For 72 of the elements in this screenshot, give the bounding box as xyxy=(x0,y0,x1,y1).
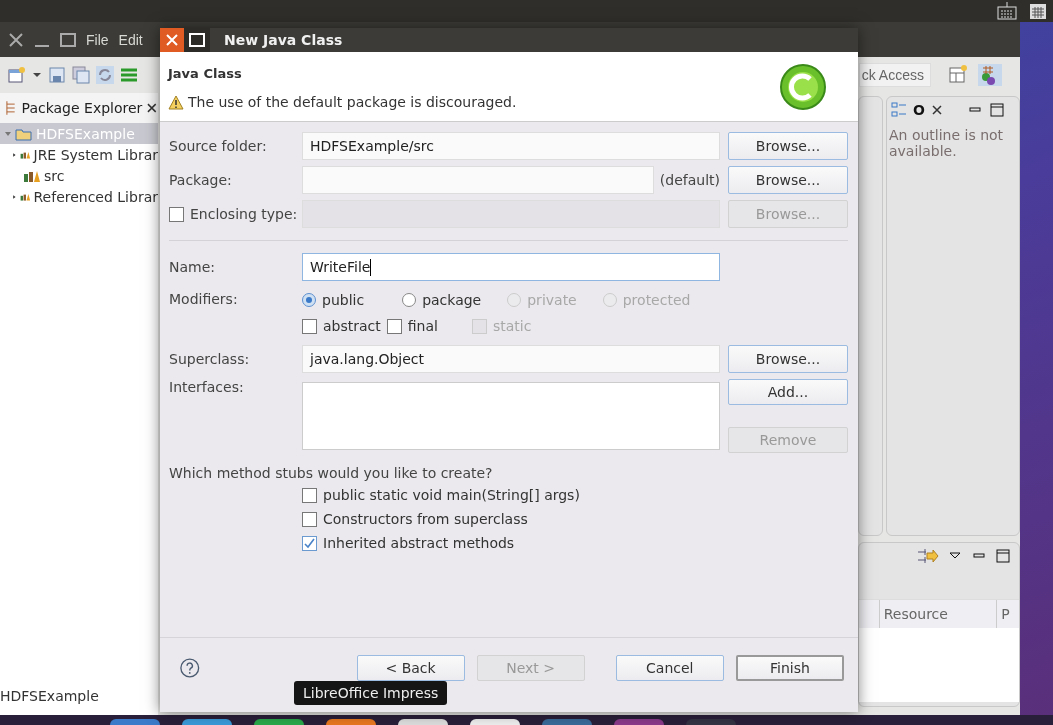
tree-item[interactable]: Referenced Librar xyxy=(0,186,158,207)
name-field[interactable]: WriteFile xyxy=(302,253,720,281)
checkbox[interactable] xyxy=(302,535,317,551)
browse-button[interactable]: Browse... xyxy=(728,166,848,194)
outline-message: An outline is not available. xyxy=(888,126,1005,161)
source-folder-field[interactable]: HDFSExample/src xyxy=(302,132,720,160)
package-field[interactable] xyxy=(302,166,654,194)
field-label: Superclass: xyxy=(169,351,251,367)
expand-icon[interactable] xyxy=(12,150,17,159)
wizard-button[interactable]: < Back xyxy=(356,655,465,681)
close-button[interactable] xyxy=(160,28,184,52)
dock-icon[interactable] xyxy=(398,719,448,725)
checkbox[interactable] xyxy=(302,511,317,527)
close-icon[interactable] xyxy=(146,102,158,114)
expand-icon[interactable] xyxy=(12,192,17,201)
add-button[interactable]: Add... xyxy=(728,379,848,405)
outline-tab[interactable]: O xyxy=(913,102,925,118)
wizard-button[interactable]: Finish xyxy=(735,655,844,681)
maximize-icon[interactable] xyxy=(988,102,1005,118)
modifier-checkbox[interactable]: final xyxy=(386,318,438,334)
close-icon xyxy=(165,33,179,47)
dialog-title: New Java Class xyxy=(224,32,343,48)
wizard-button[interactable]: Cancel xyxy=(615,655,724,681)
calendar-icon[interactable] xyxy=(1029,2,1047,20)
stub-option[interactable]: Constructors from superclass xyxy=(302,511,830,527)
arrow-icon[interactable] xyxy=(917,546,939,566)
maximize-icon[interactable] xyxy=(60,31,76,48)
outline-icon xyxy=(891,102,907,118)
package-explorer-tab[interactable]: Package Explorer xyxy=(0,93,158,123)
sync-icon[interactable] xyxy=(96,66,114,84)
status-text: HDFSExample xyxy=(0,688,100,705)
project-folder-icon xyxy=(15,126,33,141)
default-package-hint: (default) xyxy=(659,172,720,188)
browse-button[interactable]: Browse... xyxy=(728,132,848,160)
save-icon[interactable] xyxy=(48,66,66,84)
tree-item[interactable]: JRE System Librar xyxy=(0,144,158,165)
field-label: Package: xyxy=(169,172,233,188)
maximize-icon[interactable] xyxy=(995,548,1011,564)
new-icon[interactable] xyxy=(8,66,26,84)
menu-item[interactable]: File xyxy=(86,31,109,48)
debug-perspective-icon[interactable] xyxy=(978,64,1002,86)
class-logo-icon xyxy=(778,62,828,112)
page-title: Java Class xyxy=(168,66,243,81)
field-label: Source folder: xyxy=(169,138,268,154)
browse-button[interactable]: Browse... xyxy=(728,345,848,373)
stub-option[interactable]: public static void main(String[] args) xyxy=(302,487,830,503)
quick-access-field[interactable]: ck Access xyxy=(859,63,931,87)
modifier-radio[interactable]: public xyxy=(302,292,365,308)
list-icon[interactable] xyxy=(120,66,138,84)
help-icon[interactable] xyxy=(180,657,200,679)
field-label: Name: xyxy=(169,259,217,275)
collapse-icon[interactable] xyxy=(4,129,12,138)
field-label: Interfaces: xyxy=(169,379,245,395)
warning-icon xyxy=(168,94,184,110)
stub-option[interactable]: Inherited abstract methods xyxy=(302,535,830,551)
perspective-icon[interactable] xyxy=(948,64,968,84)
warning-message: The use of the default package is discouraged. xyxy=(188,94,517,110)
stubs-question: Which method stubs would you like to create? xyxy=(169,465,494,481)
field-label: Modifiers: xyxy=(169,291,239,307)
menu-item[interactable]: Edit xyxy=(118,31,143,48)
tooltip: LibreOffice Impress xyxy=(294,681,448,705)
modifier-checkbox[interactable]: abstract xyxy=(302,318,381,334)
maximize-icon xyxy=(189,33,205,47)
modifier-radio[interactable]: package xyxy=(402,292,482,308)
checkbox[interactable] xyxy=(302,487,317,503)
close-icon[interactable] xyxy=(930,104,943,116)
keyboard-icon[interactable] xyxy=(997,2,1017,20)
maximize-button[interactable] xyxy=(184,28,210,52)
dock-icon[interactable] xyxy=(470,719,520,725)
close-icon[interactable] xyxy=(8,31,24,48)
superclass-field[interactable]: java.lang.Object xyxy=(302,345,720,373)
tree-item[interactable]: src xyxy=(0,165,158,186)
